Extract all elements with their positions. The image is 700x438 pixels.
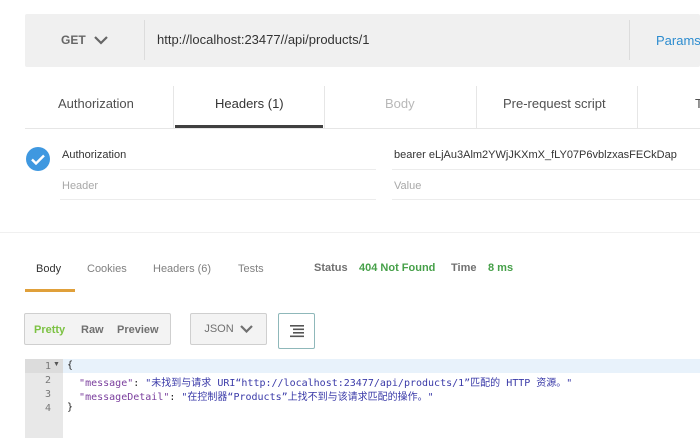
- response-tab-body[interactable]: Body: [36, 263, 61, 275]
- tab-tests-partial[interactable]: T: [695, 96, 700, 111]
- tab-headers[interactable]: Headers (1): [215, 96, 284, 111]
- header-enabled-checkbox[interactable]: [26, 147, 50, 171]
- header-key-placeholder[interactable]: Header: [62, 180, 98, 192]
- params-divider: [629, 20, 630, 60]
- method-label: GET: [61, 33, 86, 47]
- status-label: Status: [314, 262, 348, 274]
- response-tab-headers[interactable]: Headers (6): [153, 263, 211, 275]
- header-key-input[interactable]: Authorization: [62, 149, 126, 161]
- header-value-input[interactable]: bearer eLjAu3Alm2YWjJKXmX_fLY07P6vblzxas…: [394, 149, 700, 161]
- tabs-divider: [25, 128, 700, 129]
- line-number: 1: [44, 361, 51, 372]
- format-select[interactable]: JSON: [190, 313, 267, 345]
- pretty-button[interactable]: Pretty: [34, 324, 65, 336]
- format-select-label: JSON: [204, 323, 234, 335]
- tab-separator: [637, 86, 638, 128]
- tab-separator: [476, 86, 477, 128]
- params-button[interactable]: Params: [656, 33, 700, 48]
- tab-pre-request-script[interactable]: Pre-request script: [503, 96, 606, 111]
- line-number: 3: [44, 389, 51, 400]
- row-divider: [392, 199, 700, 200]
- time-value: 8 ms: [488, 262, 514, 274]
- line-number: 2: [44, 375, 51, 386]
- url-input[interactable]: http://localhost:23477//api/products/1: [157, 32, 369, 47]
- method-select[interactable]: GET: [61, 33, 108, 47]
- url-bar: GET http://localhost:23477//api/products…: [25, 14, 700, 67]
- json-value-message-detail: "在控制器“Products”上找不到与该请求匹配的操作。": [181, 392, 434, 403]
- code-line-1: {: [67, 360, 74, 371]
- check-icon: [31, 154, 45, 165]
- chevron-down-icon: [239, 325, 253, 333]
- json-key-message-detail: "messageDetail": [79, 392, 170, 403]
- line-number: 4: [44, 403, 51, 414]
- tab-body[interactable]: Body: [385, 96, 415, 111]
- tab-separator: [173, 86, 174, 128]
- wrap-lines-button[interactable]: [278, 313, 315, 349]
- tab-separator: [324, 86, 325, 128]
- response-tab-cookies[interactable]: Cookies: [87, 263, 127, 275]
- chevron-down-icon: [93, 35, 108, 45]
- response-tab-tests[interactable]: Tests: [238, 263, 264, 275]
- code-line-3: "messageDetail": "在控制器“Products”上找不到与该请求…: [79, 392, 434, 403]
- active-tab-indicator: [175, 125, 323, 128]
- time-label: Time: [451, 262, 477, 274]
- row-divider: [392, 169, 700, 170]
- preview-button[interactable]: Preview: [117, 324, 159, 336]
- code-line-4: }: [67, 402, 74, 413]
- row-divider: [60, 169, 376, 170]
- tab-authorization[interactable]: Authorization: [58, 96, 134, 111]
- fold-arrow-icon[interactable]: ▼: [53, 361, 60, 368]
- active-line-highlight: [63, 359, 700, 373]
- code-line-2: "message": "未找到与请求 URI“http://localhost:…: [79, 378, 573, 389]
- status-value: 404 Not Found: [359, 262, 436, 274]
- header-value-placeholder[interactable]: Value: [394, 180, 421, 192]
- row-divider: [60, 199, 376, 200]
- section-divider: [0, 232, 700, 233]
- response-active-tab-indicator: [25, 289, 75, 292]
- raw-button[interactable]: Raw: [81, 324, 104, 336]
- wrap-lines-icon: [289, 325, 304, 338]
- method-divider: [144, 20, 145, 60]
